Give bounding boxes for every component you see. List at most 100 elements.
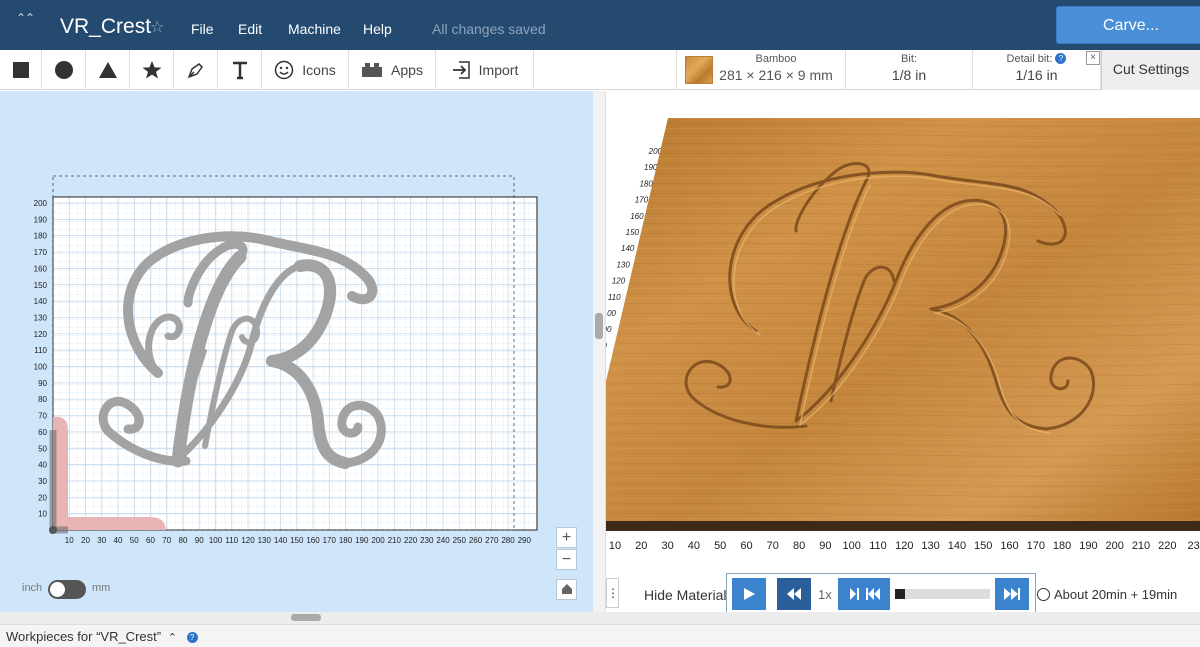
close-icon[interactable]: × <box>1086 51 1100 65</box>
x-tick-label: 150 <box>290 536 304 545</box>
y-tick-label: 100 <box>34 363 48 372</box>
zoom-home-button[interactable] <box>556 579 577 600</box>
workpieces-bar[interactable]: Workpieces for “VR_Crest” ⌃ ? <box>0 624 1200 647</box>
step-back-icon <box>850 588 880 600</box>
menu-machine[interactable]: Machine <box>288 21 341 37</box>
carve-button[interactable]: Carve... <box>1056 6 1200 44</box>
horizontal-scrollbar[interactable] <box>0 612 1200 624</box>
preview-y-tick-label: 120 <box>612 277 626 286</box>
y-tick-label: 10 <box>38 510 47 519</box>
preview-x-tick-label: 200 <box>1106 540 1124 552</box>
hide-material-toggle[interactable]: Hide Material <box>644 587 726 603</box>
preview-y-tick-label: 140 <box>621 244 635 253</box>
detail-bit-value: 1/16 in <box>1015 67 1058 83</box>
preview-x-tick-label: 160 <box>1000 540 1018 552</box>
material-swatch[interactable] <box>685 56 713 84</box>
circle-tool-button[interactable] <box>42 50 86 90</box>
x-tick-label: 210 <box>388 536 402 545</box>
help-icon[interactable]: ? <box>1055 53 1067 64</box>
y-tick-label: 90 <box>38 379 47 388</box>
y-tick-label: 200 <box>34 199 48 208</box>
preview-3d-view[interactable]: 200 190 180 170 160 150 140 130 120 110 100 90 80 <box>606 91 1200 612</box>
x-tick-label: 60 <box>146 536 155 545</box>
x-tick-label: 290 <box>518 536 532 545</box>
unit-inch-label: inch <box>22 582 43 594</box>
y-tick-label: 120 <box>34 330 48 339</box>
preview-x-tick-label: 80 <box>793 540 805 552</box>
zoom-in-button[interactable]: + <box>556 527 577 548</box>
square-icon <box>12 62 29 78</box>
project-title[interactable]: VR_Crest <box>60 15 151 39</box>
y-tick-label: 50 <box>38 444 47 453</box>
x-tick-label: 30 <box>97 536 106 545</box>
menu-help[interactable]: Help <box>363 21 392 37</box>
detail-bit-selector[interactable]: Detail bit: ? 1/16 in <box>973 50 1101 90</box>
fast-forward-icon <box>1004 588 1020 600</box>
square-tool-button[interactable] <box>0 50 42 90</box>
x-axis-labels: 10 20 30 40 50 60 70 80 90 100 110 120 130 140 150 160 1… <box>65 536 532 545</box>
progress-track[interactable] <box>895 589 990 599</box>
x-tick-label: 40 <box>114 536 123 545</box>
more-options-icon[interactable]: ⋮ <box>606 578 619 608</box>
y-tick-label: 30 <box>38 477 47 486</box>
x-tick-label: 230 <box>420 536 434 545</box>
design-canvas[interactable]: 200 190 180 170 160 150 140 130 120 110 100 90 80 70 6… <box>0 91 593 612</box>
preview-x-tick-label: 50 <box>714 540 726 552</box>
y-tick-label: 40 <box>38 461 47 470</box>
play-button[interactable] <box>732 578 766 610</box>
workpieces-label: Workpieces for “VR_Crest” <box>6 629 162 644</box>
step-back-button[interactable] <box>838 578 890 610</box>
rewind-icon <box>787 588 801 600</box>
import-label: Import <box>478 62 519 78</box>
preview-x-tick-label: 20 <box>635 540 647 552</box>
skip-to-end-button[interactable] <box>995 578 1029 610</box>
preview-x-tick-label: 220 <box>1158 540 1176 552</box>
zoom-out-button[interactable]: − <box>556 549 577 570</box>
playback-speed[interactable]: 1x <box>818 587 832 602</box>
bit-value: 1/8 in <box>891 67 927 83</box>
x-tick-label: 160 <box>306 536 320 545</box>
workpieces-help-icon[interactable]: ? <box>186 632 198 643</box>
x-tick-label: 200 <box>371 536 385 545</box>
progress-fill <box>895 589 905 599</box>
favorite-star-icon[interactable]: ☆ <box>150 17 164 37</box>
star-tool-button[interactable] <box>130 50 174 90</box>
bit-label: Bit: <box>901 53 917 65</box>
apps-button[interactable]: Apps <box>349 50 436 90</box>
icons-button[interactable]: Icons <box>262 50 349 90</box>
x-tick-label: 250 <box>453 536 467 545</box>
triangle-tool-button[interactable] <box>86 50 130 90</box>
y-tick-label: 80 <box>38 395 47 404</box>
rewind-button[interactable] <box>777 578 811 610</box>
design-grid[interactable]: 2001901801701601501401301201101009080706… <box>0 91 593 612</box>
unit-toggle-switch[interactable] <box>48 580 86 599</box>
bit-selector[interactable]: Bit: 1/8 in <box>846 50 973 90</box>
triangle-icon <box>98 62 117 78</box>
preview-y-tick-label: 150 <box>626 228 640 237</box>
import-button[interactable]: Import <box>436 50 534 90</box>
board-edge <box>606 521 1200 531</box>
preview-y-tick-label: 100 <box>606 309 617 318</box>
circle-icon <box>54 61 73 79</box>
menu-file[interactable]: File <box>191 21 214 37</box>
pen-tool-button[interactable] <box>174 50 218 90</box>
expand-icon[interactable]: ⌃ <box>168 632 177 644</box>
x-tick-label: 190 <box>355 536 369 545</box>
preview-y-tick-label: 160 <box>630 212 644 221</box>
carve-preview[interactable]: 200 190 180 170 160 150 140 130 120 110 100 90 80 <box>606 91 1200 612</box>
x-tick-label: 10 <box>65 536 74 545</box>
preview-x-tick-label: 140 <box>948 540 966 552</box>
x-tick-label: 170 <box>323 536 337 545</box>
cut-settings-button[interactable]: Cut Settings <box>1101 50 1200 90</box>
menu-edit[interactable]: Edit <box>238 21 262 37</box>
preview-x-tick-label: 110 <box>869 540 887 552</box>
preview-x-tick-label: 23 <box>1187 540 1199 552</box>
collapse-icon[interactable]: ⌃⌃ <box>16 11 35 25</box>
preview-y-tick-label: 80 <box>606 341 607 350</box>
x-tick-label: 120 <box>241 536 255 545</box>
panel-splitter[interactable] <box>593 91 606 612</box>
text-tool-button[interactable] <box>218 50 262 90</box>
preview-x-tick-label: 10 <box>609 540 621 552</box>
preview-x-tick-label: 190 <box>1079 540 1097 552</box>
preview-x-tick-label: 180 <box>1053 540 1071 552</box>
